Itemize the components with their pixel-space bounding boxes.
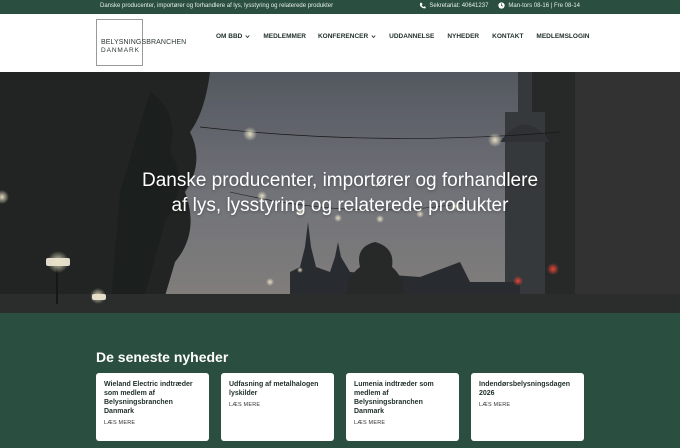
- hero-title-line-2: af lys, lysstyring og relaterede produkt…: [171, 195, 509, 216]
- phone-number: Sekretariat: 40641237: [429, 2, 489, 9]
- opening-hours: Man-tors 08-16 | Fre 08-14: [508, 2, 580, 9]
- news-card-title[interactable]: Udfasning af metalhalogen lyskilder: [229, 380, 326, 398]
- hero-title-line-1: Danske producenter, importører og forhan…: [141, 170, 539, 191]
- site-logo[interactable]: BELYSNINGSBRANCHEN DANMARK: [96, 19, 186, 66]
- phone-icon: [420, 2, 427, 9]
- main-nav: OM BBD MEDLEMMER KONFERENCER UDDANNELSE …: [216, 33, 590, 40]
- read-more-link[interactable]: LÆS MERE: [104, 420, 201, 426]
- clock-icon: [498, 2, 506, 9]
- chevron-down-icon: [371, 35, 376, 39]
- news-card[interactable]: Indendørsbelysningsdagen 2026 LÆS MERE: [471, 373, 584, 441]
- nav-item-uddannelse[interactable]: UDDANNELSE: [389, 33, 434, 40]
- logo-line-2: DANMARK: [101, 47, 140, 54]
- nav-label: MEDLEMMER: [263, 33, 306, 40]
- news-card[interactable]: Udfasning af metalhalogen lyskilder LÆS …: [221, 373, 334, 441]
- nav-item-nyheder[interactable]: NYHEDER: [447, 33, 479, 40]
- nav-item-medlemmer[interactable]: MEDLEMMER: [263, 33, 306, 40]
- read-more-link[interactable]: LÆS MERE: [229, 402, 326, 408]
- news-card-title[interactable]: Lumenia indtræder som medlem af Belysnin…: [354, 380, 451, 416]
- phone-info[interactable]: Sekretariat: 40641237: [419, 2, 488, 9]
- news-heading: De seneste nyheder: [96, 349, 229, 365]
- news-card[interactable]: Wieland Electric indtræder som medlem af…: [96, 373, 209, 441]
- latest-news-section: De seneste nyheder Wieland Electric indt…: [0, 313, 680, 448]
- logo-line-1: BELYSNINGSBRANCHEN: [101, 39, 187, 46]
- top-bar: Danske producenter, importører og forhan…: [0, 0, 680, 14]
- hero-title: Danske producenter, importører og forhan…: [90, 168, 590, 218]
- site-header: BELYSNINGSBRANCHEN DANMARK OM BBD MEDLEM…: [0, 14, 680, 72]
- chevron-down-icon: [245, 35, 250, 39]
- nav-label: KONTAKT: [492, 33, 524, 40]
- nav-label: UDDANNELSE: [389, 33, 435, 40]
- news-card-title[interactable]: Wieland Electric indtræder som medlem af…: [104, 380, 201, 416]
- read-more-link[interactable]: LÆS MERE: [479, 402, 576, 408]
- nav-label: KONFERENCER: [317, 33, 369, 40]
- hours-info: Man-tors 08-16 | Fre 08-14: [498, 2, 580, 9]
- nav-label: OM BBD: [216, 33, 243, 40]
- tagline: Danske producenter, importører og forhan…: [100, 3, 334, 9]
- nav-item-om-bbd[interactable]: OM BBD: [216, 33, 250, 40]
- read-more-link[interactable]: LÆS MERE: [354, 420, 451, 426]
- hero-banner: Danske producenter, importører og forhan…: [0, 72, 680, 313]
- nav-label: MEDLEMSLOGIN: [536, 33, 590, 40]
- news-card[interactable]: Lumenia indtræder som medlem af Belysnin…: [346, 373, 459, 441]
- nav-label: NYHEDER: [447, 33, 480, 40]
- nav-item-medlemslogin[interactable]: MEDLEMSLOGIN: [536, 33, 589, 40]
- contact-info: Sekretariat: 40641237 Man-tors 08-16 | F…: [419, 2, 580, 9]
- nav-item-konferencer[interactable]: KONFERENCER: [318, 33, 376, 40]
- news-card-title[interactable]: Indendørsbelysningsdagen 2026: [479, 380, 576, 398]
- nav-item-kontakt[interactable]: KONTAKT: [492, 33, 523, 40]
